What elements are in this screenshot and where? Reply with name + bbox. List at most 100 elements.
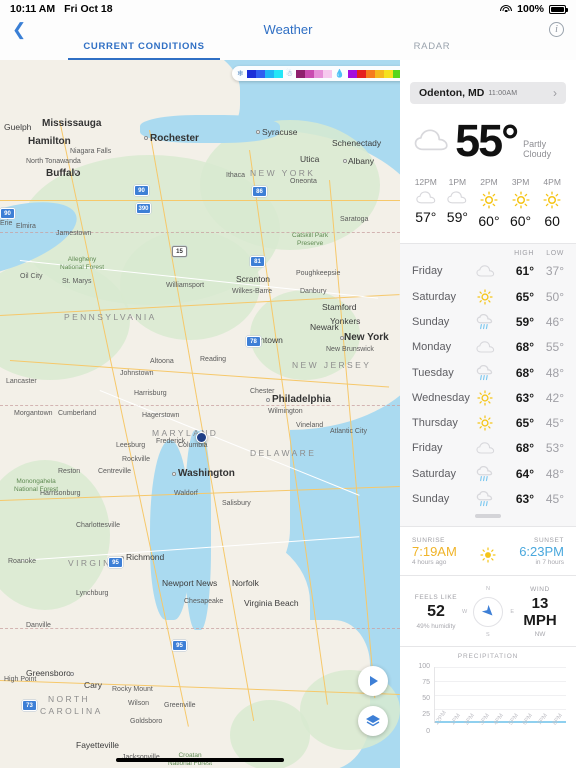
cloud-icon xyxy=(470,442,500,455)
sun-icon xyxy=(512,191,530,209)
hour-time: 4PM xyxy=(543,176,561,187)
day-low: 42° xyxy=(545,390,564,405)
sunrise-block: SUNRISE 7:19AM 4 hours ago xyxy=(412,537,470,566)
tab-bar: CURRENT CONDITIONS RADAR xyxy=(0,40,576,60)
rain-icon xyxy=(470,491,500,507)
hour-item[interactable]: 3PM 60° xyxy=(505,177,537,229)
day-name: Tuesday xyxy=(412,366,454,379)
day-name: Saturday xyxy=(412,290,457,303)
location-name: Odenton, MD xyxy=(419,87,485,99)
y-tick: 100 xyxy=(418,662,430,670)
cloud-icon xyxy=(470,341,500,354)
radar-map[interactable]: Guelph Mississauga Hamilton Niagara Fall… xyxy=(0,60,400,768)
hour-time: 2PM xyxy=(480,176,498,187)
hour-item[interactable]: 4PM 60 xyxy=(536,177,568,229)
day-name: Thursday xyxy=(412,417,458,430)
daily-row[interactable]: Saturday 64° 48° xyxy=(400,461,576,486)
y-tick: 25 xyxy=(422,711,430,719)
chart-title: PRECIPITATION xyxy=(457,652,519,660)
high-label: HIGH xyxy=(514,249,534,257)
sun-icon xyxy=(470,390,500,406)
day-name: Sunday xyxy=(412,493,450,506)
chevron-right-icon: › xyxy=(553,86,557,100)
hour-item[interactable]: 1PM 59° xyxy=(442,177,474,229)
compass-east-label: E xyxy=(510,608,514,615)
day-high: 65° xyxy=(515,416,534,431)
hour-time: 12PM xyxy=(414,176,437,187)
sleet-color-scale xyxy=(295,69,332,78)
sun-icon xyxy=(470,289,500,305)
drag-handle[interactable] xyxy=(475,513,501,518)
daily-row[interactable]: Sunday 59° 46° xyxy=(400,309,576,334)
day-name: Wednesday xyxy=(412,391,470,404)
sunset-time: 6:23PM xyxy=(519,543,564,559)
layers-icon xyxy=(366,715,380,727)
daily-row[interactable]: Tuesday 68° 48° xyxy=(400,360,576,385)
wind-arrow-icon xyxy=(481,605,492,616)
day-high: 63° xyxy=(515,390,534,405)
sleet-icon: ☃ xyxy=(285,68,293,78)
sunset-sub: in 7 hours xyxy=(535,558,564,566)
current-temperature: 55° xyxy=(455,115,519,166)
day-low: 46° xyxy=(545,314,564,329)
daily-row[interactable]: Thursday 65° 45° xyxy=(400,411,576,436)
hour-temp: 60° xyxy=(509,212,532,229)
page-title: Weather xyxy=(263,21,313,37)
day-low: 45° xyxy=(545,492,564,507)
play-button[interactable] xyxy=(358,666,388,696)
daily-row[interactable]: Friday 68° 53° xyxy=(400,436,576,461)
sunrise-label: SUNRISE xyxy=(412,536,446,544)
hour-time: 3PM xyxy=(511,176,530,187)
hour-temp: 57° xyxy=(415,208,437,225)
home-indicator xyxy=(116,758,284,762)
sun-icon xyxy=(480,547,496,563)
sun-arc xyxy=(470,544,506,566)
daily-header: HIGH LOW xyxy=(400,248,576,259)
sunset-block: SUNSET 6:23PM in 7 hours xyxy=(506,537,564,566)
daily-row[interactable]: Wednesday 63° 42° xyxy=(400,385,576,410)
daily-row[interactable]: Friday 61° 37° xyxy=(400,259,576,284)
day-name: Sunday xyxy=(412,315,450,328)
hour-item[interactable]: 2PM 60° xyxy=(473,177,505,229)
sun-icon xyxy=(470,415,500,431)
day-high: 68° xyxy=(515,365,534,380)
tab-current-conditions[interactable]: CURRENT CONDITIONS xyxy=(0,40,288,60)
day-name: Friday xyxy=(412,442,443,455)
y-tick: 50 xyxy=(422,695,430,703)
map-pin-icon xyxy=(196,432,207,443)
status-bar: 10:11 AM Fri Oct 18 100% xyxy=(0,0,576,18)
sunrise-sub: 4 hours ago xyxy=(412,558,447,566)
nav-bar: ❮ Weather i xyxy=(0,18,576,40)
location-selector[interactable]: Odenton, MD 11:00AM › xyxy=(410,82,566,104)
compass-south-label: S xyxy=(486,631,490,638)
wind-block: WIND 13 MPH NW xyxy=(514,586,566,638)
hour-item[interactable]: 12PM 57° xyxy=(410,177,442,229)
feels-like-block: FEELS LIKE 52 49% humidity xyxy=(410,594,462,630)
daily-row[interactable]: Sunday 63° 45° xyxy=(400,486,576,511)
sun-icon xyxy=(543,191,561,209)
day-name: Saturday xyxy=(412,467,457,480)
snow-color-scale xyxy=(246,69,283,78)
daily-row[interactable]: Saturday 65° 50° xyxy=(400,284,576,309)
day-high: 65° xyxy=(515,289,534,304)
day-high: 64° xyxy=(515,466,534,481)
play-icon xyxy=(370,676,378,686)
battery-full-icon xyxy=(549,4,568,14)
content-area: Guelph Mississauga Hamilton Niagara Fall… xyxy=(0,60,576,768)
cloud-icon xyxy=(447,191,467,204)
rain-icon xyxy=(470,313,500,330)
daily-row[interactable]: Monday 68° 55° xyxy=(400,335,576,360)
feels-like-value: 52 xyxy=(427,602,445,620)
tab-radar[interactable]: RADAR xyxy=(288,40,576,60)
day-high: 68° xyxy=(515,441,534,456)
map-canvas[interactable]: Guelph Mississauga Hamilton Niagara Fall… xyxy=(0,60,400,768)
day-name: Friday xyxy=(412,265,443,278)
humidity-value: 49% humidity xyxy=(416,622,456,630)
day-low: 55° xyxy=(545,340,564,355)
layers-button[interactable] xyxy=(358,706,388,736)
rain-icon xyxy=(470,465,500,482)
feels-like-label: FEELS LIKE xyxy=(414,593,458,601)
day-high: 63° xyxy=(515,492,534,507)
sunrise-time: 7:19AM xyxy=(412,543,457,559)
daily-forecast: HIGH LOW Friday 61° 37° Saturday 65° 50°… xyxy=(400,243,576,526)
